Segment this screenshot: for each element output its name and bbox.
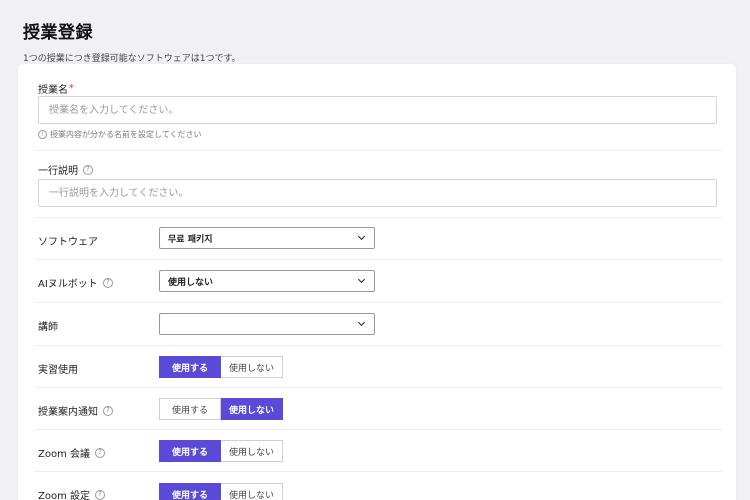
help-icon[interactable]: ? xyxy=(103,405,113,416)
instructor-select[interactable] xyxy=(159,313,375,335)
ai-bot-label: AIヌルボット ? xyxy=(38,275,113,290)
description-input[interactable] xyxy=(38,179,717,207)
zoom-settings-label: Zoom 設定 ? xyxy=(38,487,106,500)
practice-use-button[interactable]: 使用する xyxy=(159,356,221,378)
divider xyxy=(35,150,722,151)
divider xyxy=(35,471,722,472)
divider xyxy=(35,259,722,260)
practice-not-use-button[interactable]: 使用しない xyxy=(221,356,283,378)
description-label: 一行説明 ? xyxy=(38,162,93,177)
class-name-input[interactable] xyxy=(38,96,717,124)
info-icon: ! xyxy=(38,130,47,139)
divider xyxy=(35,429,722,430)
help-icon[interactable]: ? xyxy=(83,164,93,175)
required-mark: * xyxy=(69,83,74,94)
class-notice-not-use-button[interactable]: 使用しない xyxy=(221,398,283,420)
zoom-meeting-use-button[interactable]: 使用する xyxy=(159,440,221,462)
zoom-settings-label-text: Zoom 設定 xyxy=(38,491,91,500)
software-select[interactable]: 무료 패키지 xyxy=(159,227,375,249)
divider xyxy=(35,345,722,346)
ai-bot-label-text: AIヌルボット xyxy=(38,279,98,290)
class-notice-label: 授業案内通知 ? xyxy=(38,403,113,418)
instructor-label: 講師 xyxy=(38,322,58,333)
help-icon[interactable]: ? xyxy=(95,489,106,500)
chevron-down-icon xyxy=(357,275,366,284)
divider xyxy=(35,302,722,303)
class-notice-label-text: 授業案内通知 xyxy=(38,407,98,418)
zoom-settings-toggle: 使用する 使用しない xyxy=(159,483,283,500)
class-name-hint: ! 授業内容が分かる名前を設定してください xyxy=(38,129,202,140)
class-name-label-text: 授業名 xyxy=(38,85,68,96)
class-notice-use-button[interactable]: 使用する xyxy=(159,398,221,420)
practice-label: 実習使用 xyxy=(38,365,78,376)
description-label-text: 一行説明 xyxy=(38,166,78,177)
chevron-down-icon xyxy=(357,318,366,327)
divider xyxy=(35,387,722,388)
zoom-meeting-label: Zoom 会議 ? xyxy=(38,445,106,460)
ai-bot-select-value: 使用しない xyxy=(168,277,214,288)
page-subtitle: 1つの授業につき登録可能なソフトウェアは1つです。 xyxy=(23,54,241,64)
help-icon[interactable]: ? xyxy=(102,277,113,288)
divider xyxy=(35,217,722,218)
chevron-down-icon xyxy=(357,232,366,241)
class-name-label: 授業名 * xyxy=(38,81,74,96)
software-label: ソフトウェア xyxy=(38,237,98,248)
zoom-meeting-label-text: Zoom 会議 xyxy=(38,449,91,460)
form-card: 授業名* ! 授業内容が分かる名前を設定してください 一行説明 ? ソフトウェア… xyxy=(18,64,736,500)
zoom-meeting-not-use-button[interactable]: 使用しない xyxy=(221,440,283,462)
zoom-settings-use-button[interactable]: 使用する xyxy=(159,483,221,500)
zoom-settings-not-use-button[interactable]: 使用しない xyxy=(221,483,283,500)
software-select-value: 무료 패키지 xyxy=(168,234,213,245)
help-icon[interactable]: ? xyxy=(95,447,106,458)
class-notice-toggle: 使用する 使用しない xyxy=(159,398,283,420)
class-name-hint-text: 授業内容が分かる名前を設定してください xyxy=(50,130,202,139)
zoom-meeting-toggle: 使用する 使用しない xyxy=(159,440,283,462)
page-title: 授業登録 xyxy=(23,23,93,43)
practice-toggle: 使用する 使用しない xyxy=(159,356,283,378)
page-header: 授業登録 1つの授業につき登録可能なソフトウェアは1つです。 xyxy=(23,18,241,64)
ai-bot-select[interactable]: 使用しない xyxy=(159,270,375,292)
